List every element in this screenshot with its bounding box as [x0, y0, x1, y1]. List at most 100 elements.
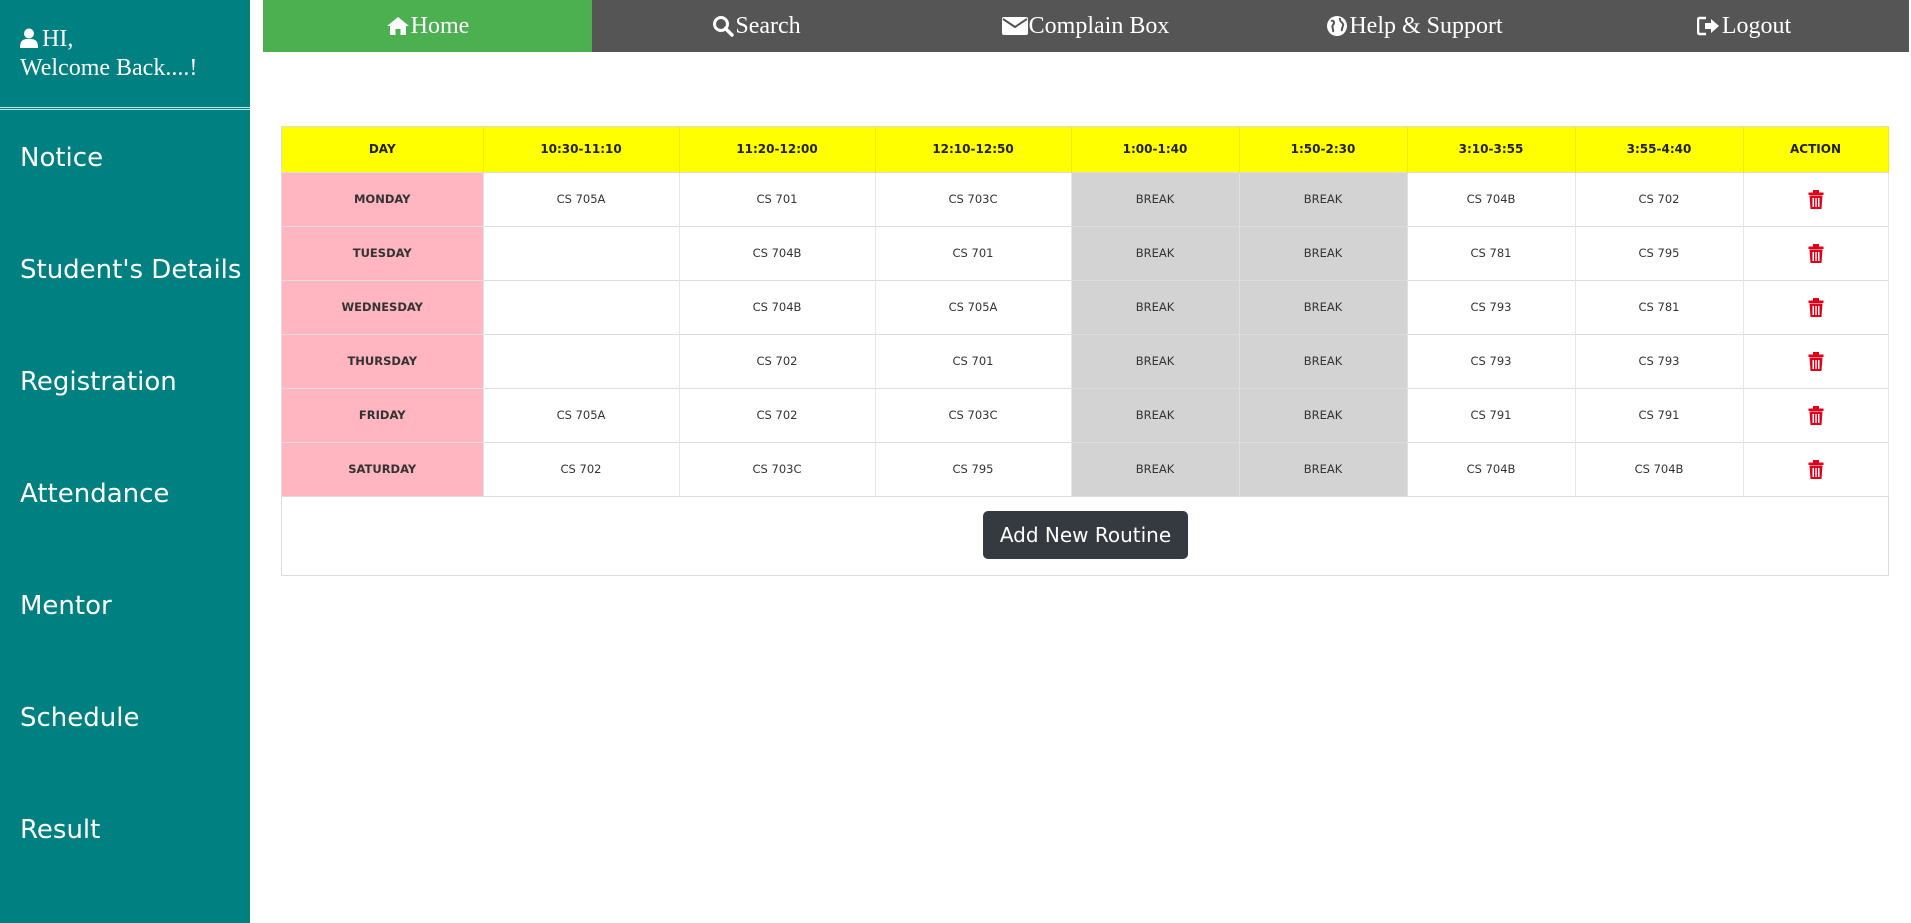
table-row: MONDAY CS 705A CS 701 CS 703C BREAK BREAK CS 7… [282, 171, 1889, 226]
user-icon [20, 28, 38, 55]
delete-routine-button[interactable] [1743, 279, 1889, 334]
sidebar-item-attendance[interactable]: Attendance [20, 478, 169, 510]
sidebar-item-result[interactable]: Result [20, 814, 100, 846]
col-header-slot5: 1:50-2:30 [1239, 127, 1408, 172]
subject-cell: CS 793 [1407, 279, 1576, 334]
add-new-routine-button[interactable]: Add New Routine [983, 511, 1188, 559]
break-cell: BREAK [1071, 225, 1240, 280]
sidebar-item-schedule[interactable]: Schedule [20, 702, 139, 734]
subject-cell: CS 703C [679, 441, 876, 496]
subject-cell [483, 279, 680, 334]
break-cell: BREAK [1239, 279, 1408, 334]
sidebar-item-registration[interactable]: Registration [20, 366, 177, 398]
subject-cell: CS 704B [1575, 441, 1744, 496]
table-row: TUESDAY CS 704B CS 701 BREAK BREAK CS 781 CS 7… [282, 225, 1889, 280]
break-cell: BREAK [1239, 333, 1408, 388]
nav-search[interactable]: Search [592, 0, 921, 52]
header-row: DAY 10:30-11:10 11:20-12:00 12:10-12:50 … [282, 127, 1889, 172]
col-header-day: DAY [282, 127, 484, 172]
sidebar: HI, Welcome Back....! Notice Student's D… [0, 0, 250, 923]
col-header-action: ACTION [1743, 127, 1889, 172]
nav-help-support[interactable]: Help & Support [1250, 0, 1579, 52]
table-row: FRIDAY CS 705A CS 702 CS 703C BREAK BREAK CS 7… [282, 387, 1889, 442]
trash-icon [1808, 244, 1824, 266]
col-header-slot7: 3:55-4:40 [1575, 127, 1744, 172]
routine-table-container: DAY 10:30-11:10 11:20-12:00 12:10-12:50 … [281, 126, 1889, 576]
subject-cell: CS 793 [1407, 333, 1576, 388]
trash-icon [1808, 298, 1824, 320]
trash-icon [1808, 460, 1824, 482]
break-cell: BREAK [1239, 171, 1408, 226]
table-row: WEDNESDAY CS 704B CS 705A BREAK BREAK CS 793 C… [282, 279, 1889, 334]
subject-cell: CS 704B [679, 279, 876, 334]
delete-routine-button[interactable] [1743, 225, 1889, 280]
subject-cell: CS 795 [1575, 225, 1744, 280]
trash-icon [1808, 406, 1824, 428]
subject-cell: CS 791 [1575, 387, 1744, 442]
sidebar-divider [0, 107, 250, 110]
subject-cell: CS 705A [875, 279, 1072, 334]
day-cell: THURSDAY [282, 333, 484, 388]
break-cell: BREAK [1239, 387, 1408, 442]
delete-routine-button[interactable] [1743, 171, 1889, 226]
break-cell: BREAK [1071, 387, 1240, 442]
subject-cell: CS 705A [483, 387, 680, 442]
delete-routine-button[interactable] [1743, 387, 1889, 442]
day-cell: SATURDAY [282, 441, 484, 496]
col-header-slot4: 1:00-1:40 [1071, 127, 1240, 172]
sidebar-item-students-details[interactable]: Student's Details [20, 254, 241, 286]
subject-cell: CS 701 [679, 171, 876, 226]
nav-home[interactable]: Home [263, 0, 592, 52]
sidebar-item-mentor[interactable]: Mentor [20, 590, 112, 622]
nav-help-label: Help & Support [1349, 12, 1503, 39]
day-cell: FRIDAY [282, 387, 484, 442]
subject-cell: CS 791 [1407, 387, 1576, 442]
subject-cell: CS 701 [875, 333, 1072, 388]
globe-icon [1327, 16, 1348, 36]
delete-routine-button[interactable] [1743, 333, 1889, 388]
day-cell: TUESDAY [282, 225, 484, 280]
table-row: THURSDAY CS 702 CS 701 BREAK BREAK CS 793 CS 7… [282, 333, 1889, 388]
subject-cell: CS 704B [1407, 441, 1576, 496]
break-cell: BREAK [1239, 225, 1408, 280]
break-cell: BREAK [1239, 441, 1408, 496]
table-row: SATURDAY CS 702 CS 703C CS 795 BREAK BREAK CS … [282, 441, 1889, 496]
day-cell: WEDNESDAY [282, 279, 484, 334]
subject-cell: CS 704B [1407, 171, 1576, 226]
trash-icon [1808, 352, 1824, 374]
subject-cell: CS 781 [1407, 225, 1576, 280]
nav-complain-box[interactable]: Complain Box [921, 0, 1250, 52]
nav-logout[interactable]: Logout [1579, 0, 1909, 52]
nav-complain-label: Complain Box [1028, 12, 1170, 39]
greeting: HI, Welcome Back....! [20, 26, 245, 82]
col-header-slot3: 12:10-12:50 [875, 127, 1072, 172]
subject-cell: CS 703C [875, 171, 1072, 226]
subject-cell: CS 795 [875, 441, 1072, 496]
break-cell: BREAK [1071, 333, 1240, 388]
greeting-line2: Welcome Back....! [20, 55, 198, 81]
break-cell: BREAK [1071, 279, 1240, 334]
home-icon [386, 17, 409, 35]
subject-cell: CS 704B [679, 225, 876, 280]
subject-cell [483, 333, 680, 388]
subject-cell: CS 781 [1575, 279, 1744, 334]
subject-cell: CS 702 [1575, 171, 1744, 226]
subject-cell [483, 225, 680, 280]
break-cell: BREAK [1071, 171, 1240, 226]
table-footer: Add New Routine [282, 496, 1888, 575]
search-icon [713, 16, 735, 37]
subject-cell: CS 702 [483, 441, 680, 496]
day-cell: MONDAY [282, 171, 484, 226]
routine-table: DAY 10:30-11:10 11:20-12:00 12:10-12:50 … [282, 127, 1889, 496]
delete-routine-button[interactable] [1743, 441, 1889, 496]
subject-cell: CS 793 [1575, 333, 1744, 388]
subject-cell: CS 703C [875, 387, 1072, 442]
top-nav: Home Search Complain Box Help & Support … [263, 0, 1909, 52]
greeting-line1: HI, [42, 26, 74, 52]
sidebar-item-notice[interactable]: Notice [20, 142, 103, 174]
subject-cell: CS 702 [679, 387, 876, 442]
col-header-slot2: 11:20-12:00 [679, 127, 876, 172]
nav-search-label: Search [735, 12, 801, 39]
envelope-icon [1001, 17, 1028, 35]
nav-logout-label: Logout [1721, 12, 1792, 39]
